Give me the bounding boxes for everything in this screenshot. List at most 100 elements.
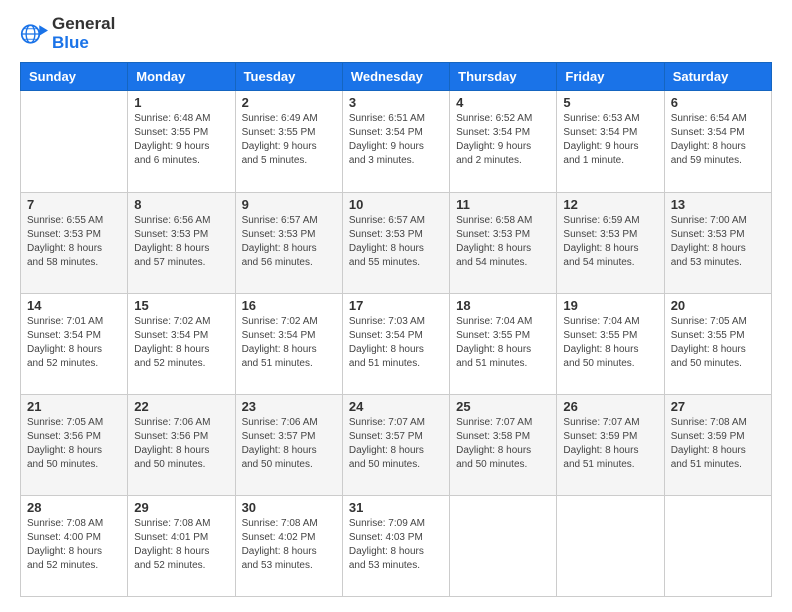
calendar-cell: 5Sunrise: 6:53 AM Sunset: 3:54 PM Daylig… (557, 91, 664, 192)
calendar-cell: 27 Sunrise: 7:08 AM Sunset: 3:59 PM Dayli… (664, 394, 771, 495)
day-number: 12 (563, 197, 657, 212)
day-info: Sunrise: 7:08 AM Sunset: 4:00 PM Dayligh… (27, 517, 121, 573)
page: General Blue SundayMondayTuesdayWednesda… (0, 0, 792, 612)
calendar-cell: 16Sunrise: 7:02 AM Sunset: 3:54 PM Dayli… (235, 293, 342, 394)
week-row-2: 14Sunrise: 7:01 AM Sunset: 3:54 PM Dayli… (21, 293, 772, 394)
calendar-cell: 2 Sunrise: 6:49 AM Sunset: 3:55 PM Daylig… (235, 91, 342, 192)
day-info: Sunrise: 7:02 AM Sunset: 3:54 PM Dayligh… (134, 315, 228, 371)
day-info: Sunrise: 6:53 AM Sunset: 3:54 PM Dayligh… (563, 112, 657, 168)
day-info: Sunrise: 6:59 AM Sunset: 3:53 PM Dayligh… (563, 214, 657, 270)
weekday-header-saturday: Saturday (664, 63, 771, 91)
calendar-cell: 18Sunrise: 7:04 AM Sunset: 3:55 PM Dayli… (450, 293, 557, 394)
calendar-cell: 25 Sunrise: 7:07 AM Sunset: 3:58 PM Dayli… (450, 394, 557, 495)
day-info: Sunrise: 6:57 AM Sunset: 3:53 PM Dayligh… (349, 214, 443, 270)
day-number: 20 (671, 298, 765, 313)
day-info: Sunrise: 7:05 AM Sunset: 3:56 PM Dayligh… (27, 416, 121, 472)
logo-icon (20, 20, 48, 48)
logo: General Blue (20, 15, 115, 52)
weekday-header-monday: Monday (128, 63, 235, 91)
day-info: Sunrise: 7:08 AM Sunset: 4:02 PM Dayligh… (242, 517, 336, 573)
day-info: Sunrise: 7:02 AM Sunset: 3:54 PM Dayligh… (242, 315, 336, 371)
calendar-cell: 11 Sunrise: 6:58 AM Sunset: 3:53 PM Dayli… (450, 192, 557, 293)
day-info: Sunrise: 7:05 AM Sunset: 3:55 PM Dayligh… (671, 315, 765, 371)
weekday-header-thursday: Thursday (450, 63, 557, 91)
calendar-cell: 21 Sunrise: 7:05 AM Sunset: 3:56 PM Dayli… (21, 394, 128, 495)
day-number: 22 (134, 399, 228, 414)
week-row-3: 21 Sunrise: 7:05 AM Sunset: 3:56 PM Dayli… (21, 394, 772, 495)
day-info: Sunrise: 6:48 AM Sunset: 3:55 PM Dayligh… (134, 112, 228, 168)
weekday-header-wednesday: Wednesday (342, 63, 449, 91)
calendar-cell: 8 Sunrise: 6:56 AM Sunset: 3:53 PM Daylig… (128, 192, 235, 293)
day-number: 28 (27, 500, 121, 515)
calendar-cell: 31 Sunrise: 7:09 AM Sunset: 4:03 PM Dayli… (342, 495, 449, 596)
calendar-table: SundayMondayTuesdayWednesdayThursdayFrid… (20, 62, 772, 597)
day-number: 11 (456, 197, 550, 212)
day-number: 1 (134, 95, 228, 110)
day-number: 2 (242, 95, 336, 110)
day-info: Sunrise: 6:58 AM Sunset: 3:53 PM Dayligh… (456, 214, 550, 270)
day-info: Sunrise: 6:57 AM Sunset: 3:53 PM Dayligh… (242, 214, 336, 270)
day-number: 14 (27, 298, 121, 313)
calendar-cell (557, 495, 664, 596)
day-info: Sunrise: 7:08 AM Sunset: 4:01 PM Dayligh… (134, 517, 228, 573)
day-info: Sunrise: 7:09 AM Sunset: 4:03 PM Dayligh… (349, 517, 443, 573)
calendar-cell: 30 Sunrise: 7:08 AM Sunset: 4:02 PM Dayli… (235, 495, 342, 596)
calendar-cell: 24 Sunrise: 7:07 AM Sunset: 3:57 PM Dayli… (342, 394, 449, 495)
weekday-header-sunday: Sunday (21, 63, 128, 91)
day-number: 30 (242, 500, 336, 515)
day-info: Sunrise: 7:07 AM Sunset: 3:57 PM Dayligh… (349, 416, 443, 472)
calendar-cell (21, 91, 128, 192)
day-number: 18 (456, 298, 550, 313)
day-number: 4 (456, 95, 550, 110)
day-info: Sunrise: 7:04 AM Sunset: 3:55 PM Dayligh… (563, 315, 657, 371)
calendar-cell: 26Sunrise: 7:07 AM Sunset: 3:59 PM Dayli… (557, 394, 664, 495)
day-number: 25 (456, 399, 550, 414)
logo-text: General Blue (52, 15, 115, 52)
day-info: Sunrise: 6:55 AM Sunset: 3:53 PM Dayligh… (27, 214, 121, 270)
day-info: Sunrise: 7:00 AM Sunset: 3:53 PM Dayligh… (671, 214, 765, 270)
day-number: 21 (27, 399, 121, 414)
day-number: 31 (349, 500, 443, 515)
day-info: Sunrise: 6:52 AM Sunset: 3:54 PM Dayligh… (456, 112, 550, 168)
calendar-cell: 6Sunrise: 6:54 AM Sunset: 3:54 PM Daylig… (664, 91, 771, 192)
weekday-header-friday: Friday (557, 63, 664, 91)
week-row-1: 7 Sunrise: 6:55 AM Sunset: 3:53 PM Daylig… (21, 192, 772, 293)
day-number: 27 (671, 399, 765, 414)
day-info: Sunrise: 6:56 AM Sunset: 3:53 PM Dayligh… (134, 214, 228, 270)
day-info: Sunrise: 6:49 AM Sunset: 3:55 PM Dayligh… (242, 112, 336, 168)
calendar-cell: 29 Sunrise: 7:08 AM Sunset: 4:01 PM Dayli… (128, 495, 235, 596)
calendar-cell: 3 Sunrise: 6:51 AM Sunset: 3:54 PM Daylig… (342, 91, 449, 192)
day-number: 10 (349, 197, 443, 212)
calendar-cell: 15 Sunrise: 7:02 AM Sunset: 3:54 PM Dayli… (128, 293, 235, 394)
day-info: Sunrise: 6:51 AM Sunset: 3:54 PM Dayligh… (349, 112, 443, 168)
day-number: 3 (349, 95, 443, 110)
day-info: Sunrise: 6:54 AM Sunset: 3:54 PM Dayligh… (671, 112, 765, 168)
day-number: 17 (349, 298, 443, 313)
day-number: 9 (242, 197, 336, 212)
weekday-header-row: SundayMondayTuesdayWednesdayThursdayFrid… (21, 63, 772, 91)
week-row-0: 1 Sunrise: 6:48 AM Sunset: 3:55 PM Daylig… (21, 91, 772, 192)
day-number: 24 (349, 399, 443, 414)
calendar-cell: 22 Sunrise: 7:06 AM Sunset: 3:56 PM Dayli… (128, 394, 235, 495)
day-info: Sunrise: 7:06 AM Sunset: 3:56 PM Dayligh… (134, 416, 228, 472)
day-number: 8 (134, 197, 228, 212)
calendar-cell: 9 Sunrise: 6:57 AM Sunset: 3:53 PM Daylig… (235, 192, 342, 293)
calendar-cell: 14Sunrise: 7:01 AM Sunset: 3:54 PM Dayli… (21, 293, 128, 394)
calendar-cell: 23Sunrise: 7:06 AM Sunset: 3:57 PM Dayli… (235, 394, 342, 495)
calendar-cell: 1 Sunrise: 6:48 AM Sunset: 3:55 PM Daylig… (128, 91, 235, 192)
calendar-cell: 12 Sunrise: 6:59 AM Sunset: 3:53 PM Dayli… (557, 192, 664, 293)
day-info: Sunrise: 7:07 AM Sunset: 3:59 PM Dayligh… (563, 416, 657, 472)
day-info: Sunrise: 7:08 AM Sunset: 3:59 PM Dayligh… (671, 416, 765, 472)
day-number: 7 (27, 197, 121, 212)
calendar-cell (664, 495, 771, 596)
day-number: 29 (134, 500, 228, 515)
calendar-cell: 7 Sunrise: 6:55 AM Sunset: 3:53 PM Daylig… (21, 192, 128, 293)
calendar-cell: 17 Sunrise: 7:03 AM Sunset: 3:54 PM Dayli… (342, 293, 449, 394)
day-number: 13 (671, 197, 765, 212)
day-number: 15 (134, 298, 228, 313)
day-info: Sunrise: 7:03 AM Sunset: 3:54 PM Dayligh… (349, 315, 443, 371)
calendar-cell: 28 Sunrise: 7:08 AM Sunset: 4:00 PM Dayli… (21, 495, 128, 596)
calendar-cell: 13 Sunrise: 7:00 AM Sunset: 3:53 PM Dayli… (664, 192, 771, 293)
calendar-cell: 4 Sunrise: 6:52 AM Sunset: 3:54 PM Daylig… (450, 91, 557, 192)
day-info: Sunrise: 7:07 AM Sunset: 3:58 PM Dayligh… (456, 416, 550, 472)
